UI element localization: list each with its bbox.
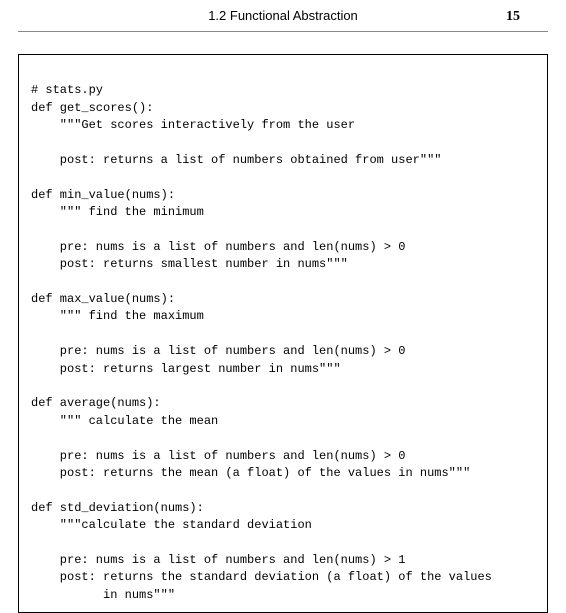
code-line: pre: nums is a list of numbers and len(n… [31, 240, 405, 254]
code-line: def std_deviation(nums): [31, 501, 204, 515]
code-line: post: returns smallest number in nums""" [31, 257, 348, 271]
code-line: pre: nums is a list of numbers and len(n… [31, 553, 405, 567]
page-header: 1.2 Functional Abstraction 15 [18, 0, 548, 32]
code-line: """ calculate the mean [31, 414, 218, 428]
code-line: post: returns the standard deviation (a … [31, 570, 492, 584]
code-line: def get_scores(): [31, 101, 153, 115]
code-line: pre: nums is a list of numbers and len(n… [31, 449, 405, 463]
code-line: """Get scores interactively from the use… [31, 118, 355, 132]
code-line: def average(nums): [31, 396, 161, 410]
code-line: """calculate the standard deviation [31, 518, 312, 532]
code-line: # stats.py [31, 83, 103, 97]
code-line: post: returns a list of numbers obtained… [31, 153, 441, 167]
code-line: pre: nums is a list of numbers and len(n… [31, 344, 405, 358]
code-line: """ find the maximum [31, 309, 204, 323]
code-line: """ find the minimum [31, 205, 204, 219]
code-line: def min_value(nums): [31, 188, 175, 202]
code-line: post: returns largest number in nums""" [31, 362, 341, 376]
code-line: in nums""" [31, 588, 175, 602]
code-line: def max_value(nums): [31, 292, 175, 306]
page-number: 15 [490, 9, 520, 25]
code-listing: # stats.py def get_scores(): """Get scor… [18, 54, 548, 613]
code-line: post: returns the mean (a float) of the … [31, 466, 470, 480]
section-title: 1.2 Functional Abstraction [46, 8, 490, 23]
